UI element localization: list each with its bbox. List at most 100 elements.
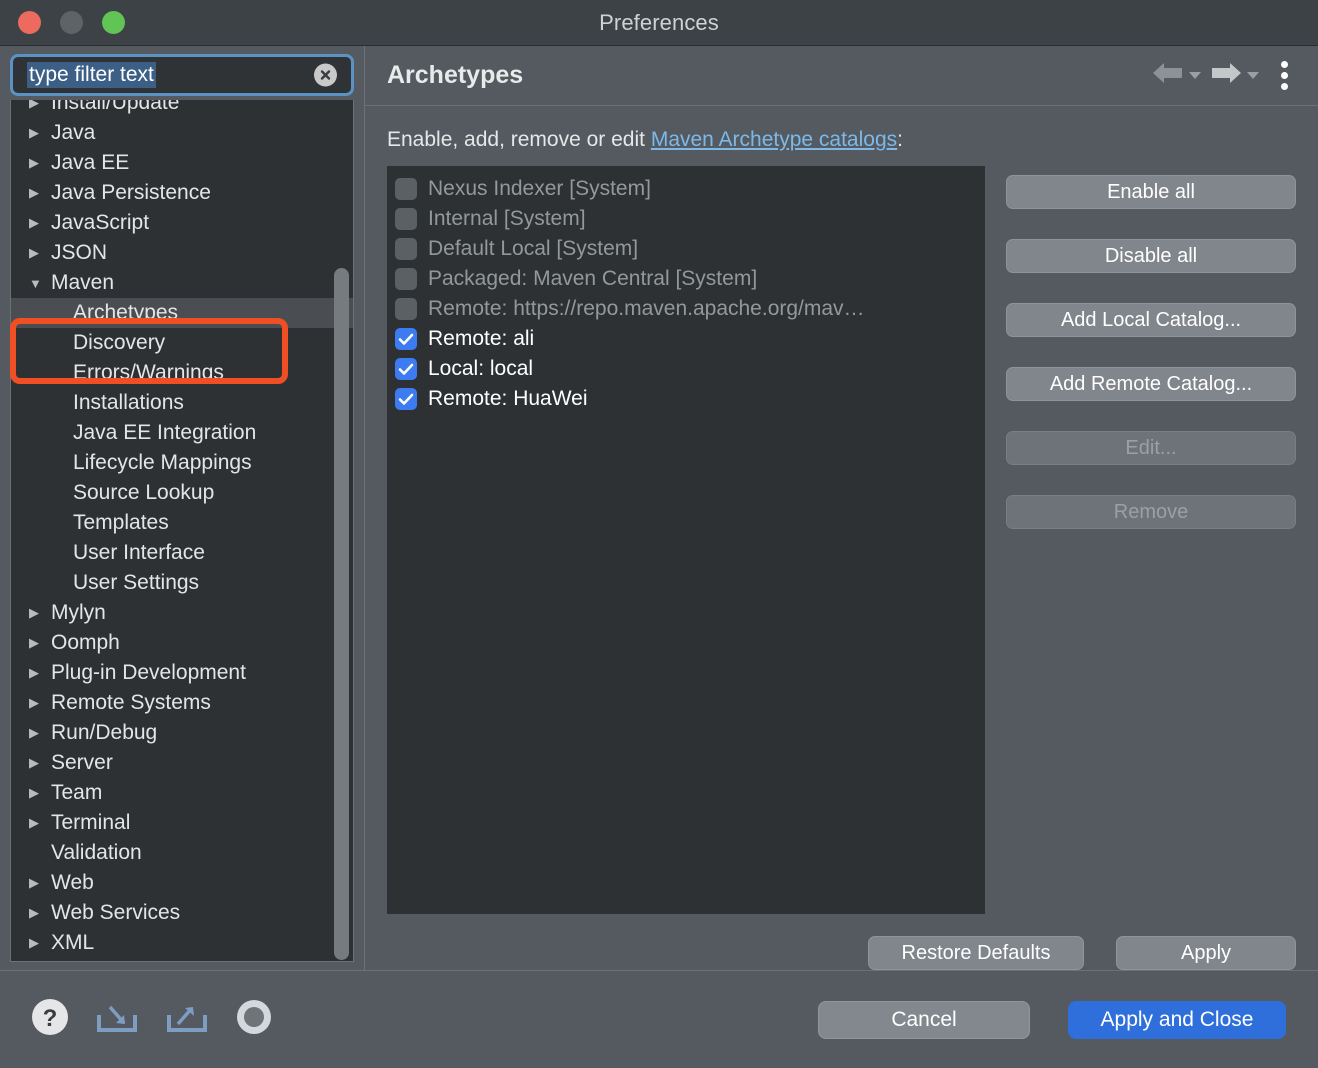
twisty-collapsed-icon[interactable]: ▶: [29, 755, 51, 771]
twisty-collapsed-icon[interactable]: ▶: [29, 695, 51, 711]
catalog-row[interactable]: Remote: HuaWei: [387, 384, 985, 414]
clear-search-icon[interactable]: [314, 64, 337, 87]
toggle-circle-icon[interactable]: [234, 997, 274, 1042]
sidebar-item-validation[interactable]: Validation: [11, 838, 353, 868]
catalog-label: Packaged: Maven Central [System]: [428, 267, 757, 291]
sidebar-item-server[interactable]: ▶Server: [11, 748, 353, 778]
catalog-label: Local: local: [428, 357, 533, 381]
catalog-row[interactable]: Default Local [System]: [387, 234, 985, 264]
catalog-row[interactable]: Remote: ali: [387, 324, 985, 354]
dialog-footer: ?: [0, 970, 1318, 1068]
catalog-row[interactable]: Nexus Indexer [System]: [387, 174, 985, 204]
arrow-right-icon: [1209, 60, 1243, 91]
twisty-collapsed-icon[interactable]: ▶: [29, 605, 51, 621]
twisty-collapsed-icon[interactable]: ▶: [29, 785, 51, 801]
minimize-window-button[interactable]: [60, 11, 83, 34]
sidebar-item-label: Web: [51, 871, 94, 895]
sidebar-item-xml[interactable]: ▶XML: [11, 928, 353, 958]
restore-defaults-button[interactable]: Restore Defaults: [868, 936, 1084, 970]
sidebar-item-installations[interactable]: Installations: [11, 388, 353, 418]
disable-all-button[interactable]: Disable all: [1006, 239, 1296, 273]
sidebar-item-label: Java EE: [51, 151, 129, 175]
twisty-collapsed-icon[interactable]: ▶: [29, 665, 51, 681]
kebab-menu-icon[interactable]: [1267, 61, 1296, 90]
preferences-tree[interactable]: ▶Install/Update▶Java▶Java EE▶Java Persis…: [10, 100, 354, 962]
apply-and-close-button[interactable]: Apply and Close: [1068, 1001, 1286, 1039]
sidebar-item-plug-in-development[interactable]: ▶Plug-in Development: [11, 658, 353, 688]
sidebar-item-templates[interactable]: Templates: [11, 508, 353, 538]
sidebar-item-javascript[interactable]: ▶JavaScript: [11, 208, 353, 238]
twisty-expanded-icon[interactable]: ▼: [29, 276, 51, 291]
twisty-collapsed-icon[interactable]: ▶: [29, 725, 51, 741]
twisty-collapsed-icon[interactable]: ▶: [29, 635, 51, 651]
checkbox-unchecked-icon[interactable]: [395, 298, 417, 320]
maven-archetype-catalogs-link[interactable]: Maven Archetype catalogs: [651, 128, 897, 151]
close-window-button[interactable]: [18, 11, 41, 34]
back-dropdown-chevron-down-icon[interactable]: [1189, 72, 1201, 79]
sidebar-item-remote-systems[interactable]: ▶Remote Systems: [11, 688, 353, 718]
checkbox-unchecked-icon[interactable]: [395, 268, 417, 290]
import-icon[interactable]: [94, 997, 140, 1042]
sidebar-item-json[interactable]: ▶JSON: [11, 238, 353, 268]
sidebar-item-run-debug[interactable]: ▶Run/Debug: [11, 718, 353, 748]
add-remote-catalog-button[interactable]: Add Remote Catalog...: [1006, 367, 1296, 401]
sidebar-item-user-interface[interactable]: User Interface: [11, 538, 353, 568]
twisty-collapsed-icon[interactable]: ▶: [29, 905, 51, 921]
twisty-collapsed-icon[interactable]: ▶: [29, 125, 51, 141]
cancel-button[interactable]: Cancel: [818, 1001, 1030, 1039]
sidebar-item-errors-warnings[interactable]: Errors/Warnings: [11, 358, 353, 388]
apply-button[interactable]: Apply: [1116, 936, 1296, 970]
catalog-row[interactable]: Remote: https://repo.maven.apache.org/ma…: [387, 294, 985, 324]
search-input[interactable]: type filter text: [10, 54, 354, 96]
catalog-list[interactable]: Nexus Indexer [System]Internal [System]D…: [387, 166, 985, 914]
forward-button[interactable]: [1209, 60, 1259, 91]
enable-all-button[interactable]: Enable all: [1006, 175, 1296, 209]
sidebar-item-source-lookup[interactable]: Source Lookup: [11, 478, 353, 508]
sidebar-item-team[interactable]: ▶Team: [11, 778, 353, 808]
sidebar-item-archetypes[interactable]: Archetypes: [11, 298, 353, 328]
sidebar-item-oomph[interactable]: ▶Oomph: [11, 628, 353, 658]
sidebar-item-install-update[interactable]: ▶Install/Update: [11, 100, 353, 118]
sidebar-item-label: Validation: [51, 841, 142, 865]
sidebar-item-java-ee-integration[interactable]: Java EE Integration: [11, 418, 353, 448]
twisty-collapsed-icon[interactable]: ▶: [29, 935, 51, 951]
checkbox-unchecked-icon[interactable]: [395, 178, 417, 200]
sidebar-scrollbar-thumb[interactable]: [334, 268, 349, 960]
forward-dropdown-chevron-down-icon[interactable]: [1247, 72, 1259, 79]
checkbox-checked-icon[interactable]: [395, 388, 417, 410]
window-title: Preferences: [0, 10, 1318, 36]
twisty-collapsed-icon[interactable]: ▶: [29, 875, 51, 891]
footer-icons: ?: [30, 997, 274, 1042]
export-icon[interactable]: [164, 997, 210, 1042]
catalog-row[interactable]: Local: local: [387, 354, 985, 384]
catalog-row[interactable]: Internal [System]: [387, 204, 985, 234]
checkbox-checked-icon[interactable]: [395, 358, 417, 380]
twisty-collapsed-icon[interactable]: ▶: [29, 100, 51, 111]
add-local-catalog-button[interactable]: Add Local Catalog...: [1006, 303, 1296, 337]
checkbox-unchecked-icon[interactable]: [395, 208, 417, 230]
catalog-row[interactable]: Packaged: Maven Central [System]: [387, 264, 985, 294]
sidebar-item-mylyn[interactable]: ▶Mylyn: [11, 598, 353, 628]
sidebar-item-web[interactable]: ▶Web: [11, 868, 353, 898]
twisty-collapsed-icon[interactable]: ▶: [29, 155, 51, 171]
sidebar-item-maven[interactable]: ▼Maven: [11, 268, 353, 298]
sidebar-item-java-persistence[interactable]: ▶Java Persistence: [11, 178, 353, 208]
twisty-collapsed-icon[interactable]: ▶: [29, 815, 51, 831]
sidebar-item-web-services[interactable]: ▶Web Services: [11, 898, 353, 928]
twisty-collapsed-icon[interactable]: ▶: [29, 185, 51, 201]
sidebar-item-user-settings[interactable]: User Settings: [11, 568, 353, 598]
back-button[interactable]: [1151, 60, 1201, 91]
checkbox-checked-icon[interactable]: [395, 328, 417, 350]
page-apply-row: Restore Defaults Apply: [365, 914, 1318, 970]
sidebar-item-lifecycle-mappings[interactable]: Lifecycle Mappings: [11, 448, 353, 478]
sidebar-item-terminal[interactable]: ▶Terminal: [11, 808, 353, 838]
help-icon[interactable]: ?: [30, 997, 70, 1042]
sidebar-item-java-ee[interactable]: ▶Java EE: [11, 148, 353, 178]
maximize-window-button[interactable]: [102, 11, 125, 34]
sidebar-item-discovery[interactable]: Discovery: [11, 328, 353, 358]
twisty-collapsed-icon[interactable]: ▶: [29, 245, 51, 261]
checkbox-unchecked-icon[interactable]: [395, 238, 417, 260]
sidebar-item-java[interactable]: ▶Java: [11, 118, 353, 148]
sidebar-item-label: Installations: [73, 391, 184, 415]
twisty-collapsed-icon[interactable]: ▶: [29, 215, 51, 231]
